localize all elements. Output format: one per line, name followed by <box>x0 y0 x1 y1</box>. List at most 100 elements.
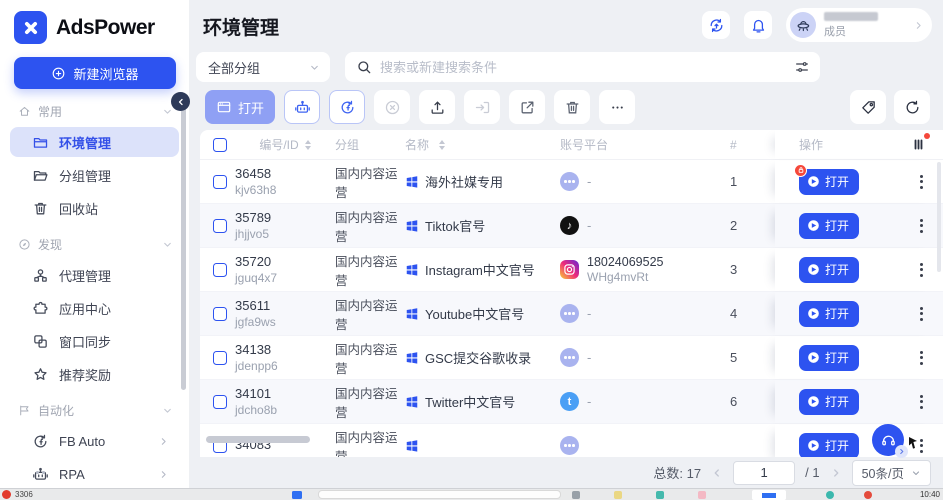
select-all-checkbox[interactable] <box>213 138 227 152</box>
page-number-input[interactable] <box>733 461 795 485</box>
bulk-open-button[interactable]: 打开 <box>205 90 275 124</box>
adspower-logo-icon <box>14 11 47 44</box>
horizontal-scrollbar[interactable] <box>206 436 310 443</box>
windows-icon <box>405 307 419 321</box>
vertical-scrollbar[interactable] <box>937 162 941 272</box>
profile-chip[interactable]: 成员 <box>786 8 932 42</box>
sync-icon <box>708 17 725 34</box>
platform-account: - <box>587 218 591 233</box>
windows-icon <box>405 395 419 409</box>
support-fab[interactable] <box>872 424 904 456</box>
open-environment-button[interactable]: 打开 <box>799 169 859 195</box>
sort-icon[interactable] <box>305 140 311 150</box>
more-actions-button[interactable] <box>599 90 635 124</box>
start-button[interactable] <box>292 491 302 499</box>
row-more-menu[interactable] <box>916 303 927 325</box>
env-group: 国内内容运营 <box>335 207 405 245</box>
row-checkbox[interactable] <box>213 175 227 189</box>
row-checkbox[interactable] <box>213 219 227 233</box>
taskbar-app-icon[interactable] <box>572 491 580 499</box>
sidebar-scrollbar[interactable] <box>181 108 186 390</box>
windows-icon <box>405 175 419 189</box>
group-filter-select[interactable]: 全部分组 <box>196 52 330 82</box>
page-size-select[interactable]: 50条/页 <box>852 460 931 486</box>
plus-circle-icon <box>51 66 66 81</box>
env-group: 国内内容运营 <box>335 295 405 333</box>
env-name: GSC提交谷歌收录 <box>425 348 531 367</box>
sidebar-item-fb-auto[interactable]: FB Auto <box>10 426 179 456</box>
row-checkbox[interactable] <box>213 351 227 365</box>
sidebar-section-discover[interactable]: 发现 <box>0 226 189 257</box>
import-button[interactable] <box>464 90 500 124</box>
row-more-menu[interactable] <box>916 171 927 193</box>
open-environment-button[interactable]: 打开 <box>799 301 859 327</box>
row-checkbox[interactable] <box>213 395 227 409</box>
taskbar-app-icon[interactable] <box>752 490 786 500</box>
open-environment-button[interactable]: 打开 <box>799 433 859 458</box>
open-environment-button[interactable]: 打开 <box>799 213 859 239</box>
sort-icon[interactable] <box>439 140 445 150</box>
filter-sliders-icon[interactable] <box>794 59 810 75</box>
taskbar-app-icon[interactable] <box>864 491 872 499</box>
row-checkbox[interactable] <box>213 307 227 321</box>
col-header-name[interactable]: 名称 <box>405 136 429 153</box>
env-id: 36458 <box>235 166 271 181</box>
notifications-button[interactable] <box>744 11 772 39</box>
env-id: 34101 <box>235 386 271 401</box>
sync-button[interactable] <box>702 11 730 39</box>
taskbar-app-icon[interactable] <box>826 491 834 499</box>
search-input[interactable] <box>380 60 786 75</box>
close-environments-button[interactable] <box>374 90 410 124</box>
trash-icon <box>564 99 581 116</box>
taskbar-search[interactable] <box>318 490 561 499</box>
sidebar-item-rpa[interactable]: RPA <box>10 459 179 489</box>
row-more-menu[interactable] <box>916 259 927 281</box>
column-settings-icon[interactable] <box>910 136 927 153</box>
fab-arrow-badge <box>895 445 908 458</box>
open-environment-button[interactable]: 打开 <box>799 345 859 371</box>
sidebar-item-referral-rewards[interactable]: 推荐奖励 <box>10 359 179 389</box>
open-environment-button[interactable]: 打开 <box>799 257 859 283</box>
sidebar-section-common[interactable]: 常用 <box>0 93 189 124</box>
env-code: kjv63h8 <box>235 183 276 197</box>
taskbar-app-icon[interactable] <box>614 491 622 499</box>
col-header-group[interactable]: 分组 <box>335 136 405 153</box>
env-name: Instagram中文官号 <box>425 260 535 279</box>
refresh-icon <box>904 99 921 116</box>
row-checkbox[interactable] <box>213 263 227 277</box>
sidebar-item-group-management[interactable]: 分组管理 <box>10 160 179 190</box>
logo: AdsPower <box>0 0 189 44</box>
col-header-platform[interactable]: 账号平台 <box>560 136 730 153</box>
sidebar-item-env-management[interactable]: 环境管理 <box>10 127 179 157</box>
sidebar-section-automation[interactable]: 自动化 <box>0 392 189 423</box>
taskbar-app-icon[interactable] <box>698 491 706 499</box>
share-button[interactable] <box>509 90 545 124</box>
env-index: 2 <box>730 218 775 233</box>
sidebar-item-window-sync[interactable]: 窗口同步 <box>10 326 179 356</box>
folder-open-icon <box>32 167 49 184</box>
star-icon <box>32 366 49 383</box>
taskbar-app-icon[interactable] <box>656 491 664 499</box>
col-header-id[interactable]: 编号/ID <box>259 136 298 153</box>
row-more-menu[interactable] <box>916 215 927 237</box>
export-button[interactable] <box>419 90 455 124</box>
delete-button[interactable] <box>554 90 590 124</box>
prev-page-button[interactable] <box>711 467 723 479</box>
next-page-button[interactable] <box>830 467 842 479</box>
chevron-left-icon <box>176 97 186 107</box>
sidebar-item-proxy-management[interactable]: 代理管理 <box>10 260 179 290</box>
sidebar-item-recycle-bin[interactable]: 回收站 <box>10 193 179 223</box>
platform-icon-generic <box>560 436 579 455</box>
env-index: 5 <box>730 350 775 365</box>
table-row: 34101jdcho8b 国内内容运营 Twitter中文官号 t- 6 打开 <box>200 380 943 424</box>
sidebar-collapse-button[interactable] <box>171 92 190 111</box>
tags-button[interactable] <box>850 90 886 124</box>
open-environment-button[interactable]: 打开 <box>799 389 859 415</box>
refresh-table-button[interactable] <box>894 90 930 124</box>
sidebar-item-app-center[interactable]: 应用中心 <box>10 293 179 323</box>
sync-environments-button[interactable] <box>329 90 365 124</box>
row-more-menu[interactable] <box>916 391 927 413</box>
rpa-task-button[interactable] <box>284 90 320 124</box>
row-more-menu[interactable] <box>916 347 927 369</box>
new-browser-button[interactable]: 新建浏览器 <box>14 57 176 89</box>
